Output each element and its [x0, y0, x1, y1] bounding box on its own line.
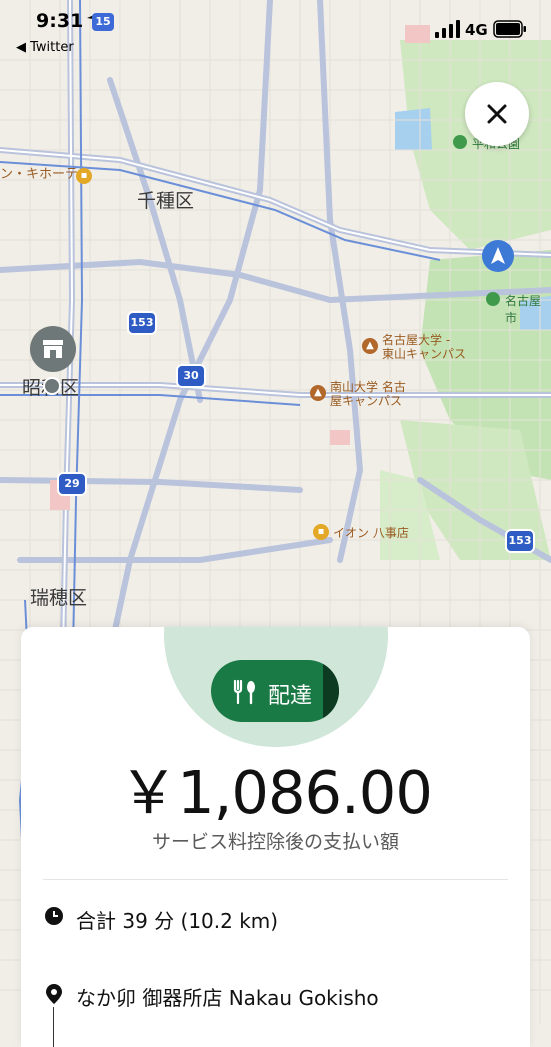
route-shield: 30	[176, 364, 206, 388]
route-shield: 29	[57, 472, 87, 496]
close-icon	[487, 104, 507, 124]
poi-label: 南山大学 名古	[330, 380, 406, 394]
poi-label: ン・キホーテ	[0, 167, 79, 182]
poi-label: 屋キャンパス	[330, 394, 403, 408]
network-type: 4G	[465, 21, 488, 39]
store-icon	[43, 340, 63, 358]
clock-icon	[45, 907, 63, 925]
poi-label: 名古屋大学 -	[382, 333, 451, 347]
payout-amount: ￥1,086.00	[119, 758, 433, 827]
current-location-button[interactable]	[482, 240, 514, 272]
trip-summary: 合計 39 分 (10.2 km)	[76, 909, 279, 933]
close-button[interactable]	[465, 82, 529, 146]
cellular-signal-icon	[435, 20, 460, 38]
poi-label: イオン 八事店	[333, 526, 409, 540]
park-icon	[486, 292, 500, 306]
store-pin[interactable]	[30, 326, 76, 372]
back-to-app-link[interactable]: ◀ Twitter	[16, 40, 74, 55]
pickup-location: なか卯 御器所店 Nakau Gokisho	[76, 986, 379, 1010]
fork-knife-icon	[233, 679, 255, 705]
delivery-mode-label: 配達	[268, 684, 313, 709]
trip-offer-card: 配達 ￥1,086.00 サービス料控除後の支払い額 合計 39 分 (10.2…	[21, 627, 530, 1047]
poi-label: 東山キャンパス	[382, 347, 467, 361]
route-shield: 153	[505, 529, 535, 553]
park-label: 名古屋市	[505, 294, 542, 325]
area-label: 瑞穂区	[30, 587, 88, 609]
area-label: 千種区	[137, 190, 195, 212]
navigation-arrow-icon	[491, 247, 505, 264]
route-shield: 153	[127, 311, 157, 335]
payout-caption: サービス料控除後の支払い額	[151, 831, 399, 853]
route-connector-line	[53, 1007, 54, 1047]
route-badge: 15	[92, 13, 114, 31]
school-icon: ▲	[310, 385, 326, 401]
map-pin-icon	[46, 984, 62, 1004]
pill-progress	[323, 660, 339, 722]
status-time: 9:31	[36, 10, 84, 32]
status-bar: 9:31 15 ◀ Twitter 4G	[0, 0, 551, 60]
shopping-cart-icon: ▪	[313, 524, 329, 540]
store-location-dot	[43, 377, 61, 395]
battery-icon	[493, 20, 526, 38]
shop-icon: ▪	[76, 168, 92, 184]
divider	[43, 879, 508, 880]
delivery-mode-pill: 配達	[211, 660, 339, 722]
school-icon: ▲	[362, 338, 378, 354]
